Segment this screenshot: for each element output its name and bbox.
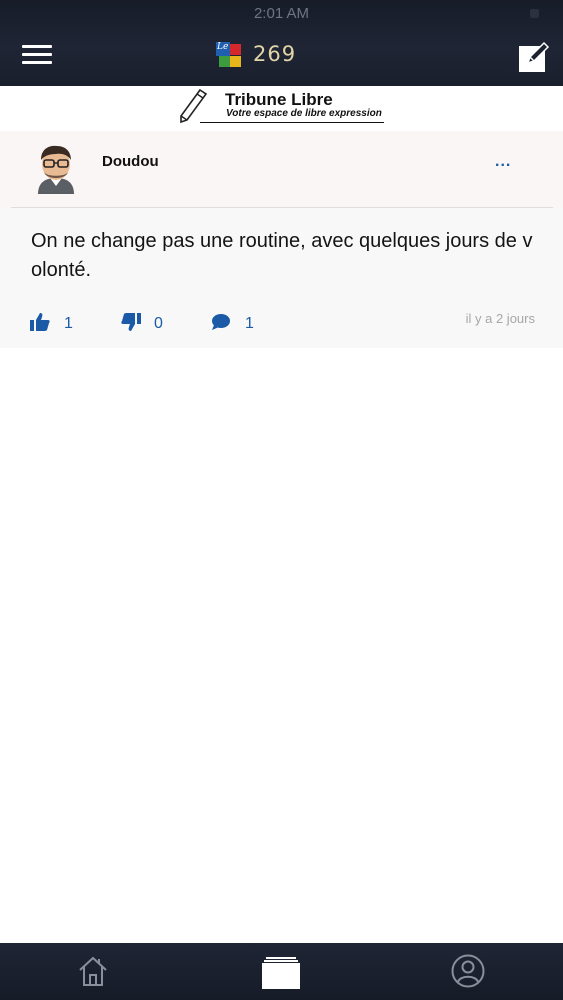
top-navigation-bar: 2:01 AM Le 269 <box>0 0 563 86</box>
battery-icon <box>530 9 539 18</box>
tab-feed[interactable] <box>262 956 300 995</box>
pencil-icon <box>180 88 208 124</box>
compose-button[interactable] <box>517 40 551 74</box>
tab-profile[interactable] <box>451 954 485 993</box>
profile-icon <box>451 954 485 988</box>
post-author[interactable]: Doudou <box>102 153 159 170</box>
home-icon <box>79 956 107 986</box>
logo-prefix: Le <box>217 42 229 52</box>
status-bar-time: 2:01 AM <box>253 5 310 22</box>
comment-button[interactable]: 1 <box>210 311 260 333</box>
banner-underline <box>200 122 384 123</box>
post-divider <box>11 207 553 208</box>
tab-home[interactable] <box>77 954 109 993</box>
banner-subtitle: Votre espace de libre expression <box>226 108 382 119</box>
thumbs-up-icon <box>30 313 50 331</box>
avatar[interactable] <box>32 142 80 194</box>
comment-count: 1 <box>245 315 254 332</box>
like-count: 1 <box>64 315 73 332</box>
thumbs-down-icon <box>121 313 141 331</box>
compose-icon <box>519 41 550 72</box>
dislike-button[interactable]: 0 <box>120 311 170 333</box>
banner-title: Tribune Libre <box>225 90 333 109</box>
post-text: On ne change pas une routine, avec quelq… <box>31 230 533 281</box>
feed-icon <box>262 957 300 989</box>
comment-icon <box>212 314 230 330</box>
post-timestamp: il y a 2 jours <box>465 311 535 326</box>
dislike-count: 0 <box>154 315 163 332</box>
like-button[interactable]: 1 <box>29 311 79 333</box>
app-logo: Le 269 <box>216 40 296 72</box>
logo-number: 269 <box>253 42 297 66</box>
menu-button[interactable] <box>22 45 54 67</box>
post-more-button[interactable]: ... <box>495 153 511 171</box>
post-header <box>0 131 563 208</box>
